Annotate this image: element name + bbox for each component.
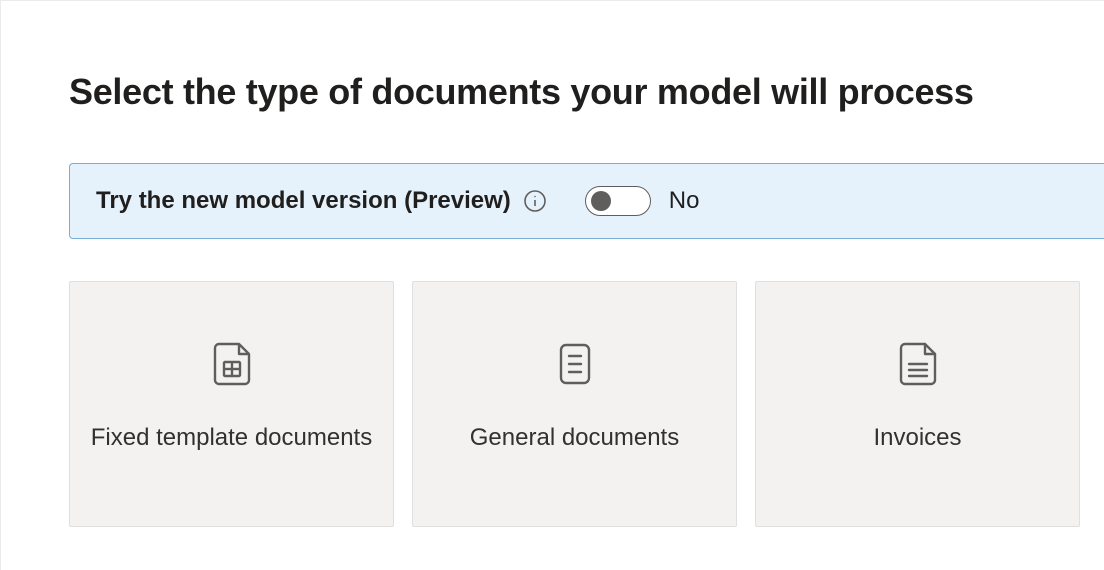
card-fixed-template-documents[interactable]: Fixed template documents: [69, 281, 394, 527]
preview-banner: Try the new model version (Preview) No: [69, 163, 1104, 239]
document-type-cards: Fixed template documents General documen…: [69, 281, 1104, 527]
card-invoices[interactable]: Invoices: [755, 281, 1080, 527]
page-title: Select the type of documents your model …: [69, 71, 1104, 113]
document-template-icon: [211, 340, 253, 388]
card-label: General documents: [450, 422, 699, 454]
document-invoice-icon: [897, 340, 939, 388]
info-icon[interactable]: [523, 189, 547, 213]
preview-toggle[interactable]: No: [585, 186, 700, 216]
card-label: Invoices: [853, 422, 981, 454]
card-general-documents[interactable]: General documents: [412, 281, 737, 527]
preview-banner-text: Try the new model version (Preview): [96, 187, 511, 215]
document-text-icon: [554, 340, 596, 388]
toggle-knob: [591, 191, 611, 211]
toggle-state-label: No: [669, 187, 700, 215]
card-label: Fixed template documents: [71, 422, 392, 454]
toggle-track[interactable]: [585, 186, 651, 216]
